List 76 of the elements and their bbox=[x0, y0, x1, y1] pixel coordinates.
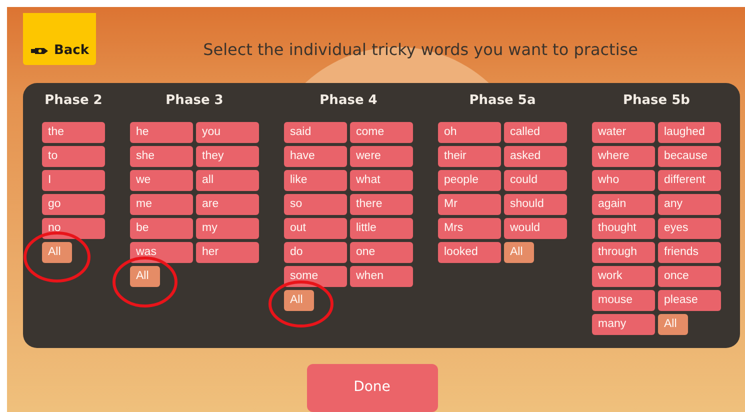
word-button[interactable]: they bbox=[196, 146, 259, 167]
word-button[interactable]: thought bbox=[592, 218, 655, 239]
word-button[interactable]: all bbox=[196, 170, 259, 191]
word-button[interactable]: go bbox=[42, 194, 105, 215]
phase-heading: Phase 5b bbox=[622, 92, 691, 110]
word-button[interactable]: once bbox=[658, 266, 721, 287]
word-button[interactable]: there bbox=[350, 194, 413, 215]
word-button[interactable]: looked bbox=[438, 242, 501, 263]
word-button[interactable]: oh bbox=[438, 122, 501, 143]
back-button[interactable]: Back bbox=[23, 12, 96, 65]
word-button[interactable]: through bbox=[592, 242, 655, 263]
word-button[interactable]: have bbox=[284, 146, 347, 167]
phase-heading: Phase 2 bbox=[44, 92, 104, 110]
word-button[interactable]: different bbox=[658, 170, 721, 191]
annotation-circle bbox=[112, 256, 178, 308]
word-button[interactable]: were bbox=[350, 146, 413, 167]
word-button[interactable]: be bbox=[130, 218, 193, 239]
word-button[interactable]: she bbox=[130, 146, 193, 167]
word-button[interactable]: no bbox=[42, 218, 105, 239]
word-button[interactable]: asked bbox=[504, 146, 567, 167]
word-button[interactable]: should bbox=[504, 194, 567, 215]
word-button[interactable]: people bbox=[438, 170, 501, 191]
word-button[interactable]: her bbox=[196, 242, 259, 263]
word-button[interactable]: to bbox=[42, 146, 105, 167]
word-button[interactable]: when bbox=[350, 266, 413, 287]
phase-heading: Phase 3 bbox=[164, 92, 224, 110]
word-button[interactable]: because bbox=[658, 146, 721, 167]
word-button[interactable]: work bbox=[592, 266, 655, 287]
word-button[interactable]: do bbox=[284, 242, 347, 263]
word-button[interactable]: could bbox=[504, 170, 567, 191]
word-button[interactable]: was bbox=[130, 242, 193, 263]
word-button[interactable]: my bbox=[196, 218, 259, 239]
word-button[interactable]: laughed bbox=[658, 122, 721, 143]
word-button[interactable]: I bbox=[42, 170, 105, 191]
word-button[interactable]: eyes bbox=[658, 218, 721, 239]
word-button[interactable]: what bbox=[350, 170, 413, 191]
word-button[interactable]: out bbox=[284, 218, 347, 239]
word-button[interactable]: please bbox=[658, 290, 721, 311]
word-button[interactable]: Mr bbox=[438, 194, 501, 215]
word-button[interactable]: some bbox=[284, 266, 347, 287]
word-button[interactable]: we bbox=[130, 170, 193, 191]
annotation-circle bbox=[24, 232, 90, 282]
word-button[interactable]: so bbox=[284, 194, 347, 215]
word-button[interactable]: any bbox=[658, 194, 721, 215]
phase-heading: Phase 5a bbox=[468, 92, 537, 110]
word-button[interactable]: mouse bbox=[592, 290, 655, 311]
word-button[interactable]: again bbox=[592, 194, 655, 215]
select-all-button[interactable]: All bbox=[504, 242, 534, 263]
word-button[interactable]: one bbox=[350, 242, 413, 263]
word-button[interactable]: the bbox=[42, 122, 105, 143]
select-all-button[interactable]: All bbox=[284, 290, 314, 311]
word-button[interactable]: come bbox=[350, 122, 413, 143]
word-button[interactable]: like bbox=[284, 170, 347, 191]
word-button[interactable]: would bbox=[504, 218, 567, 239]
word-button[interactable]: little bbox=[350, 218, 413, 239]
word-button[interactable]: friends bbox=[658, 242, 721, 263]
word-button[interactable]: where bbox=[592, 146, 655, 167]
select-all-button[interactable]: All bbox=[42, 242, 72, 263]
word-button[interactable]: called bbox=[504, 122, 567, 143]
word-button[interactable]: Mrs bbox=[438, 218, 501, 239]
done-button[interactable]: Done bbox=[306, 364, 438, 412]
word-button[interactable]: he bbox=[130, 122, 193, 143]
page-title: Select the individual tricky words you want to practise bbox=[202, 40, 639, 61]
rocket-icon bbox=[31, 46, 49, 55]
word-button[interactable]: water bbox=[592, 122, 655, 143]
phase-heading: Phase 4 bbox=[318, 92, 378, 110]
word-button[interactable]: are bbox=[196, 194, 259, 215]
annotation-circle bbox=[268, 280, 334, 328]
select-all-button[interactable]: All bbox=[658, 314, 688, 335]
word-button[interactable]: me bbox=[130, 194, 193, 215]
word-button[interactable]: many bbox=[592, 314, 655, 335]
word-button[interactable]: you bbox=[196, 122, 259, 143]
select-all-button[interactable]: All bbox=[130, 266, 160, 287]
word-button[interactable]: said bbox=[284, 122, 347, 143]
word-button[interactable]: their bbox=[438, 146, 501, 167]
word-button[interactable]: who bbox=[592, 170, 655, 191]
